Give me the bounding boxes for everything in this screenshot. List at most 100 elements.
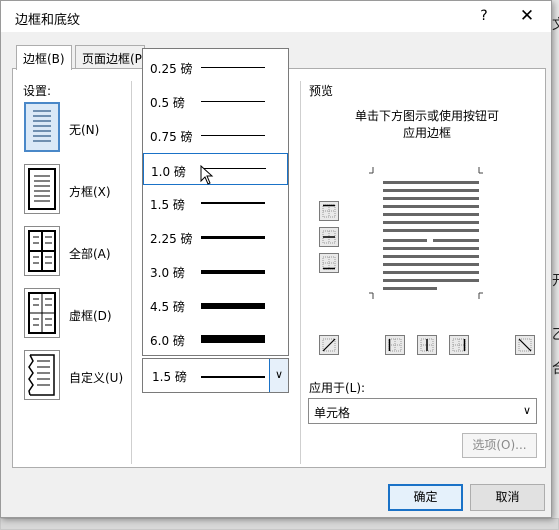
border-custom-icon [28, 354, 55, 396]
apply-to-value: 单元格 [314, 406, 351, 420]
line-width-sample [201, 101, 265, 102]
line-width-option-label: 0.25 磅 [150, 62, 193, 76]
line-width-sample [201, 67, 265, 68]
borders-and-shading-dialog: 边框和底纹 ? ✕ 边框(B) 页面边框(P 设置: 无(N) 方框(X) 全部… [0, 0, 552, 518]
line-width-sample [201, 135, 265, 136]
preview-instructions: 单击下方图示或使用按钮可 应用边框 [351, 108, 503, 142]
line-width-option[interactable]: 6.0 磅 [143, 323, 288, 355]
background-char: 文 [552, 14, 559, 34]
border-left-icon [388, 338, 402, 352]
setting-all-button[interactable] [24, 226, 60, 276]
border-diagonal-up-icon [322, 338, 336, 352]
border-inside-vertical-icon [420, 338, 434, 352]
background-char: 合 [552, 358, 559, 378]
top-border-button[interactable] [319, 201, 339, 221]
preview-text-line [383, 181, 479, 184]
line-width-option-label: 3.0 磅 [150, 266, 185, 280]
preview-text-line [383, 189, 479, 192]
bottom-border-button[interactable] [319, 253, 339, 273]
diagonal-up-border-button[interactable] [515, 335, 535, 355]
mouse-cursor-icon [200, 165, 214, 185]
apply-to-label: 应用于(L): [309, 381, 366, 395]
tab-label: 页面边框(P [82, 52, 142, 66]
line-width-option-label: 1.5 磅 [150, 198, 185, 212]
line-width-option-label: 2.25 磅 [150, 232, 193, 246]
setting-grid-button[interactable] [24, 288, 60, 338]
setting-none-label: 无(N) [69, 123, 100, 137]
border-all-icon [28, 230, 56, 272]
line-width-select[interactable]: 1.5 磅 ∨ [142, 358, 289, 393]
ok-button[interactable]: 确定 [388, 484, 463, 511]
setting-custom-button[interactable] [24, 350, 60, 400]
setting-box-label: 方框(X) [69, 185, 111, 199]
dialog-title: 边框和底纹 [15, 13, 81, 28]
tab-page-border[interactable]: 页面边框(P [75, 45, 145, 69]
options-button[interactable]: 选项(O)... [462, 433, 537, 458]
preview-heading: 预览 [309, 84, 334, 98]
preview-text-line [383, 255, 479, 258]
inside-horizontal-border-button[interactable] [319, 227, 339, 247]
divider [131, 81, 132, 464]
line-width-sample [201, 202, 265, 204]
border-top-icon [322, 204, 336, 218]
setting-grid-label: 虚框(D) [69, 309, 112, 323]
settings-heading: 设置: [23, 84, 52, 98]
line-width-option-label: 4.5 磅 [150, 300, 185, 314]
border-none-icon [33, 110, 51, 142]
right-border-button[interactable] [449, 335, 469, 355]
preview-text-line [383, 229, 479, 232]
background-document-strip [0, 518, 559, 530]
close-button[interactable]: ✕ [516, 5, 538, 27]
border-box-icon [28, 168, 56, 210]
title-bar: 边框和底纹 ? ✕ [1, 1, 551, 32]
line-width-option[interactable]: 2.25 磅 [143, 221, 288, 253]
line-width-option[interactable]: 1.5 磅 [143, 187, 288, 219]
line-width-dropdown-list[interactable]: 0.25 磅 0.5 磅 0.75 磅 1.0 磅 1.5 磅 2.25 磅 3… [142, 48, 289, 356]
setting-none-button[interactable] [24, 102, 60, 152]
line-width-option[interactable]: 0.75 磅 [143, 119, 288, 151]
preview-text-line [383, 263, 479, 266]
background-char: 乙 [552, 324, 559, 344]
line-width-option[interactable]: 0.5 磅 [143, 85, 288, 117]
diagonal-down-border-button[interactable] [319, 335, 339, 355]
preview-diagram[interactable] [367, 159, 493, 309]
inside-vertical-border-button[interactable] [417, 335, 437, 355]
preview-text-line [383, 221, 479, 224]
line-width-option[interactable]: 3.0 磅 [143, 255, 288, 287]
preview-instructions-line: 单击下方图示或使用按钮可 [354, 109, 499, 123]
line-width-sample [201, 270, 265, 274]
line-width-option-label: 6.0 磅 [150, 334, 185, 348]
left-border-button[interactable] [385, 335, 405, 355]
line-width-sample [201, 236, 265, 239]
chevron-down-icon[interactable]: ∨ [269, 359, 288, 392]
preview-text-line [383, 239, 427, 242]
border-right-icon [452, 338, 466, 352]
preview-text-line [383, 247, 479, 250]
chevron-down-icon[interactable]: ∨ [518, 399, 536, 423]
apply-to-select[interactable]: 单元格 ∨ [308, 398, 537, 424]
line-width-option[interactable]: 0.25 磅 [143, 51, 288, 83]
preview-text-line [383, 213, 479, 216]
border-bottom-icon [322, 256, 336, 270]
line-width-option-label: 0.5 磅 [150, 96, 185, 110]
help-button[interactable]: ? [473, 5, 495, 27]
line-width-option[interactable]: 4.5 磅 [143, 289, 288, 321]
tab-label: 边框(B) [23, 52, 65, 66]
preview-text-line [383, 287, 437, 290]
preview-instructions-line: 应用边框 [402, 126, 451, 140]
line-width-option[interactable]: 1.0 磅 [143, 153, 288, 185]
background-char: 开 [552, 270, 559, 290]
cancel-button[interactable]: 取消 [470, 484, 545, 511]
preview-text-line [433, 239, 479, 242]
preview-text-line [383, 271, 479, 274]
line-width-option-label: 1.0 磅 [151, 165, 186, 179]
setting-box-button[interactable] [24, 164, 60, 214]
tab-borders[interactable]: 边框(B) [16, 45, 72, 70]
divider [300, 81, 301, 464]
setting-custom-label: 自定义(U) [69, 371, 124, 385]
border-inside-horizontal-icon [322, 230, 336, 244]
line-width-sample [201, 376, 265, 378]
line-width-sample [201, 335, 265, 343]
setting-all-label: 全部(A) [69, 247, 111, 261]
border-diagonal-down-icon [518, 338, 532, 352]
